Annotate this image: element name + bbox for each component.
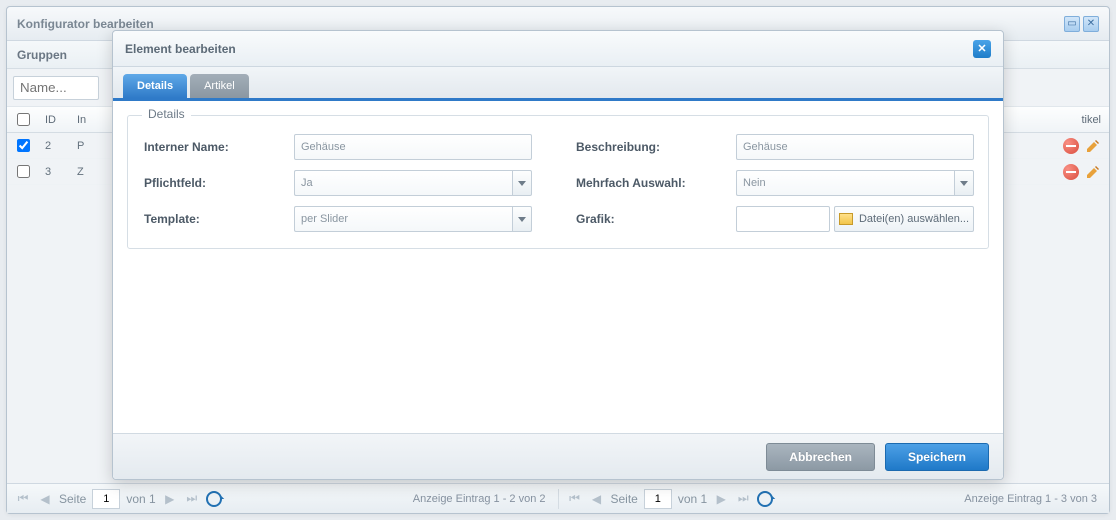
select-all-checkbox[interactable]	[17, 113, 30, 126]
paging-footer: ⏮ ◀ Seite von 1 ▶ ⏭ Anzeige Eintrag 1 - …	[7, 483, 1109, 513]
pager-left: ⏮ ◀ Seite von 1 ▶ ⏭ Anzeige Eintrag 1 - …	[7, 489, 559, 509]
delete-icon[interactable]	[1063, 138, 1079, 154]
first-page-icon[interactable]: ⏮	[567, 491, 583, 507]
groups-label: Gruppen	[17, 48, 67, 62]
col-tail: tikel	[1039, 114, 1109, 126]
next-page-icon[interactable]: ▶	[162, 491, 178, 507]
page-input[interactable]	[644, 489, 672, 509]
tab-details[interactable]: Details	[123, 74, 187, 98]
tab-strip: Details Artikel	[113, 67, 1003, 101]
label-template: Template:	[144, 212, 294, 226]
refresh-icon[interactable]	[757, 491, 773, 507]
last-page-icon[interactable]: ⏭	[735, 491, 751, 507]
template-value[interactable]	[294, 206, 512, 232]
cancel-button[interactable]: Abbrechen	[766, 443, 875, 471]
chevron-down-icon[interactable]	[512, 206, 532, 232]
edit-element-modal: Element bearbeiten ✕ Details Artikel Det…	[112, 30, 1004, 480]
save-button[interactable]: Speichern	[885, 443, 989, 471]
page-label: Seite	[59, 492, 86, 506]
pflichtfeld-select[interactable]	[294, 170, 532, 196]
close-icon[interactable]: ✕	[1083, 16, 1099, 32]
prev-page-icon[interactable]: ◀	[37, 491, 53, 507]
window-tools: ▭ ✕	[1064, 16, 1099, 32]
delete-icon[interactable]	[1063, 164, 1079, 180]
tab-artikel[interactable]: Artikel	[190, 74, 249, 98]
grafik-display	[736, 206, 830, 232]
name-filter-input[interactable]	[13, 76, 99, 100]
last-page-icon[interactable]: ⏭	[184, 491, 200, 507]
file-select-label: Datei(en) auswählen...	[859, 213, 969, 225]
outer-window-title: Konfigurator bearbeiten	[17, 17, 154, 31]
first-page-icon[interactable]: ⏮	[15, 491, 31, 507]
row-id: 2	[39, 140, 71, 152]
page-of-label: von 1	[678, 492, 707, 506]
pager-right: ⏮ ◀ Seite von 1 ▶ ⏭ Anzeige Eintrag 1 - …	[559, 489, 1110, 509]
label-beschreibung: Beschreibung:	[576, 140, 736, 154]
chevron-down-icon[interactable]	[512, 170, 532, 196]
file-select-button[interactable]: Datei(en) auswählen...	[834, 206, 974, 232]
image-icon	[839, 213, 853, 225]
beschreibung-field[interactable]	[736, 134, 974, 160]
row-checkbox[interactable]	[17, 165, 30, 178]
label-interner-name: Interner Name:	[144, 140, 294, 154]
paging-status-left: Anzeige Eintrag 1 - 2 von 2	[413, 493, 558, 505]
chevron-down-icon[interactable]	[954, 170, 974, 196]
row-checkbox[interactable]	[17, 139, 30, 152]
template-select[interactable]	[294, 206, 532, 232]
edit-icon[interactable]	[1085, 138, 1101, 154]
prev-page-icon[interactable]: ◀	[589, 491, 605, 507]
page-of-label: von 1	[126, 492, 155, 506]
modal-titlebar: Element bearbeiten ✕	[113, 31, 1003, 67]
page-input[interactable]	[92, 489, 120, 509]
collapse-icon[interactable]: ▭	[1064, 16, 1080, 32]
pflichtfeld-value[interactable]	[294, 170, 512, 196]
details-fieldset: Details Interner Name: Beschreibung: Pfl…	[127, 115, 989, 249]
refresh-icon[interactable]	[206, 491, 222, 507]
row-id: 3	[39, 166, 71, 178]
mehrfach-select[interactable]	[736, 170, 974, 196]
modal-footer: Abbrechen Speichern	[113, 433, 1003, 479]
modal-close-icon[interactable]: ✕	[973, 40, 991, 58]
col-id[interactable]: ID	[39, 114, 71, 126]
label-mehrfach: Mehrfach Auswahl:	[576, 176, 736, 190]
next-page-icon[interactable]: ▶	[713, 491, 729, 507]
label-pflichtfeld: Pflichtfeld:	[144, 176, 294, 190]
paging-status-right: Anzeige Eintrag 1 - 3 von 3	[964, 493, 1109, 505]
mehrfach-value[interactable]	[736, 170, 954, 196]
modal-body: Details Interner Name: Beschreibung: Pfl…	[113, 101, 1003, 433]
modal-title: Element bearbeiten	[125, 42, 236, 56]
fieldset-legend: Details	[142, 107, 191, 121]
interner-name-field[interactable]	[294, 134, 532, 160]
label-grafik: Grafik:	[576, 212, 736, 226]
page-label: Seite	[611, 492, 638, 506]
edit-icon[interactable]	[1085, 164, 1101, 180]
